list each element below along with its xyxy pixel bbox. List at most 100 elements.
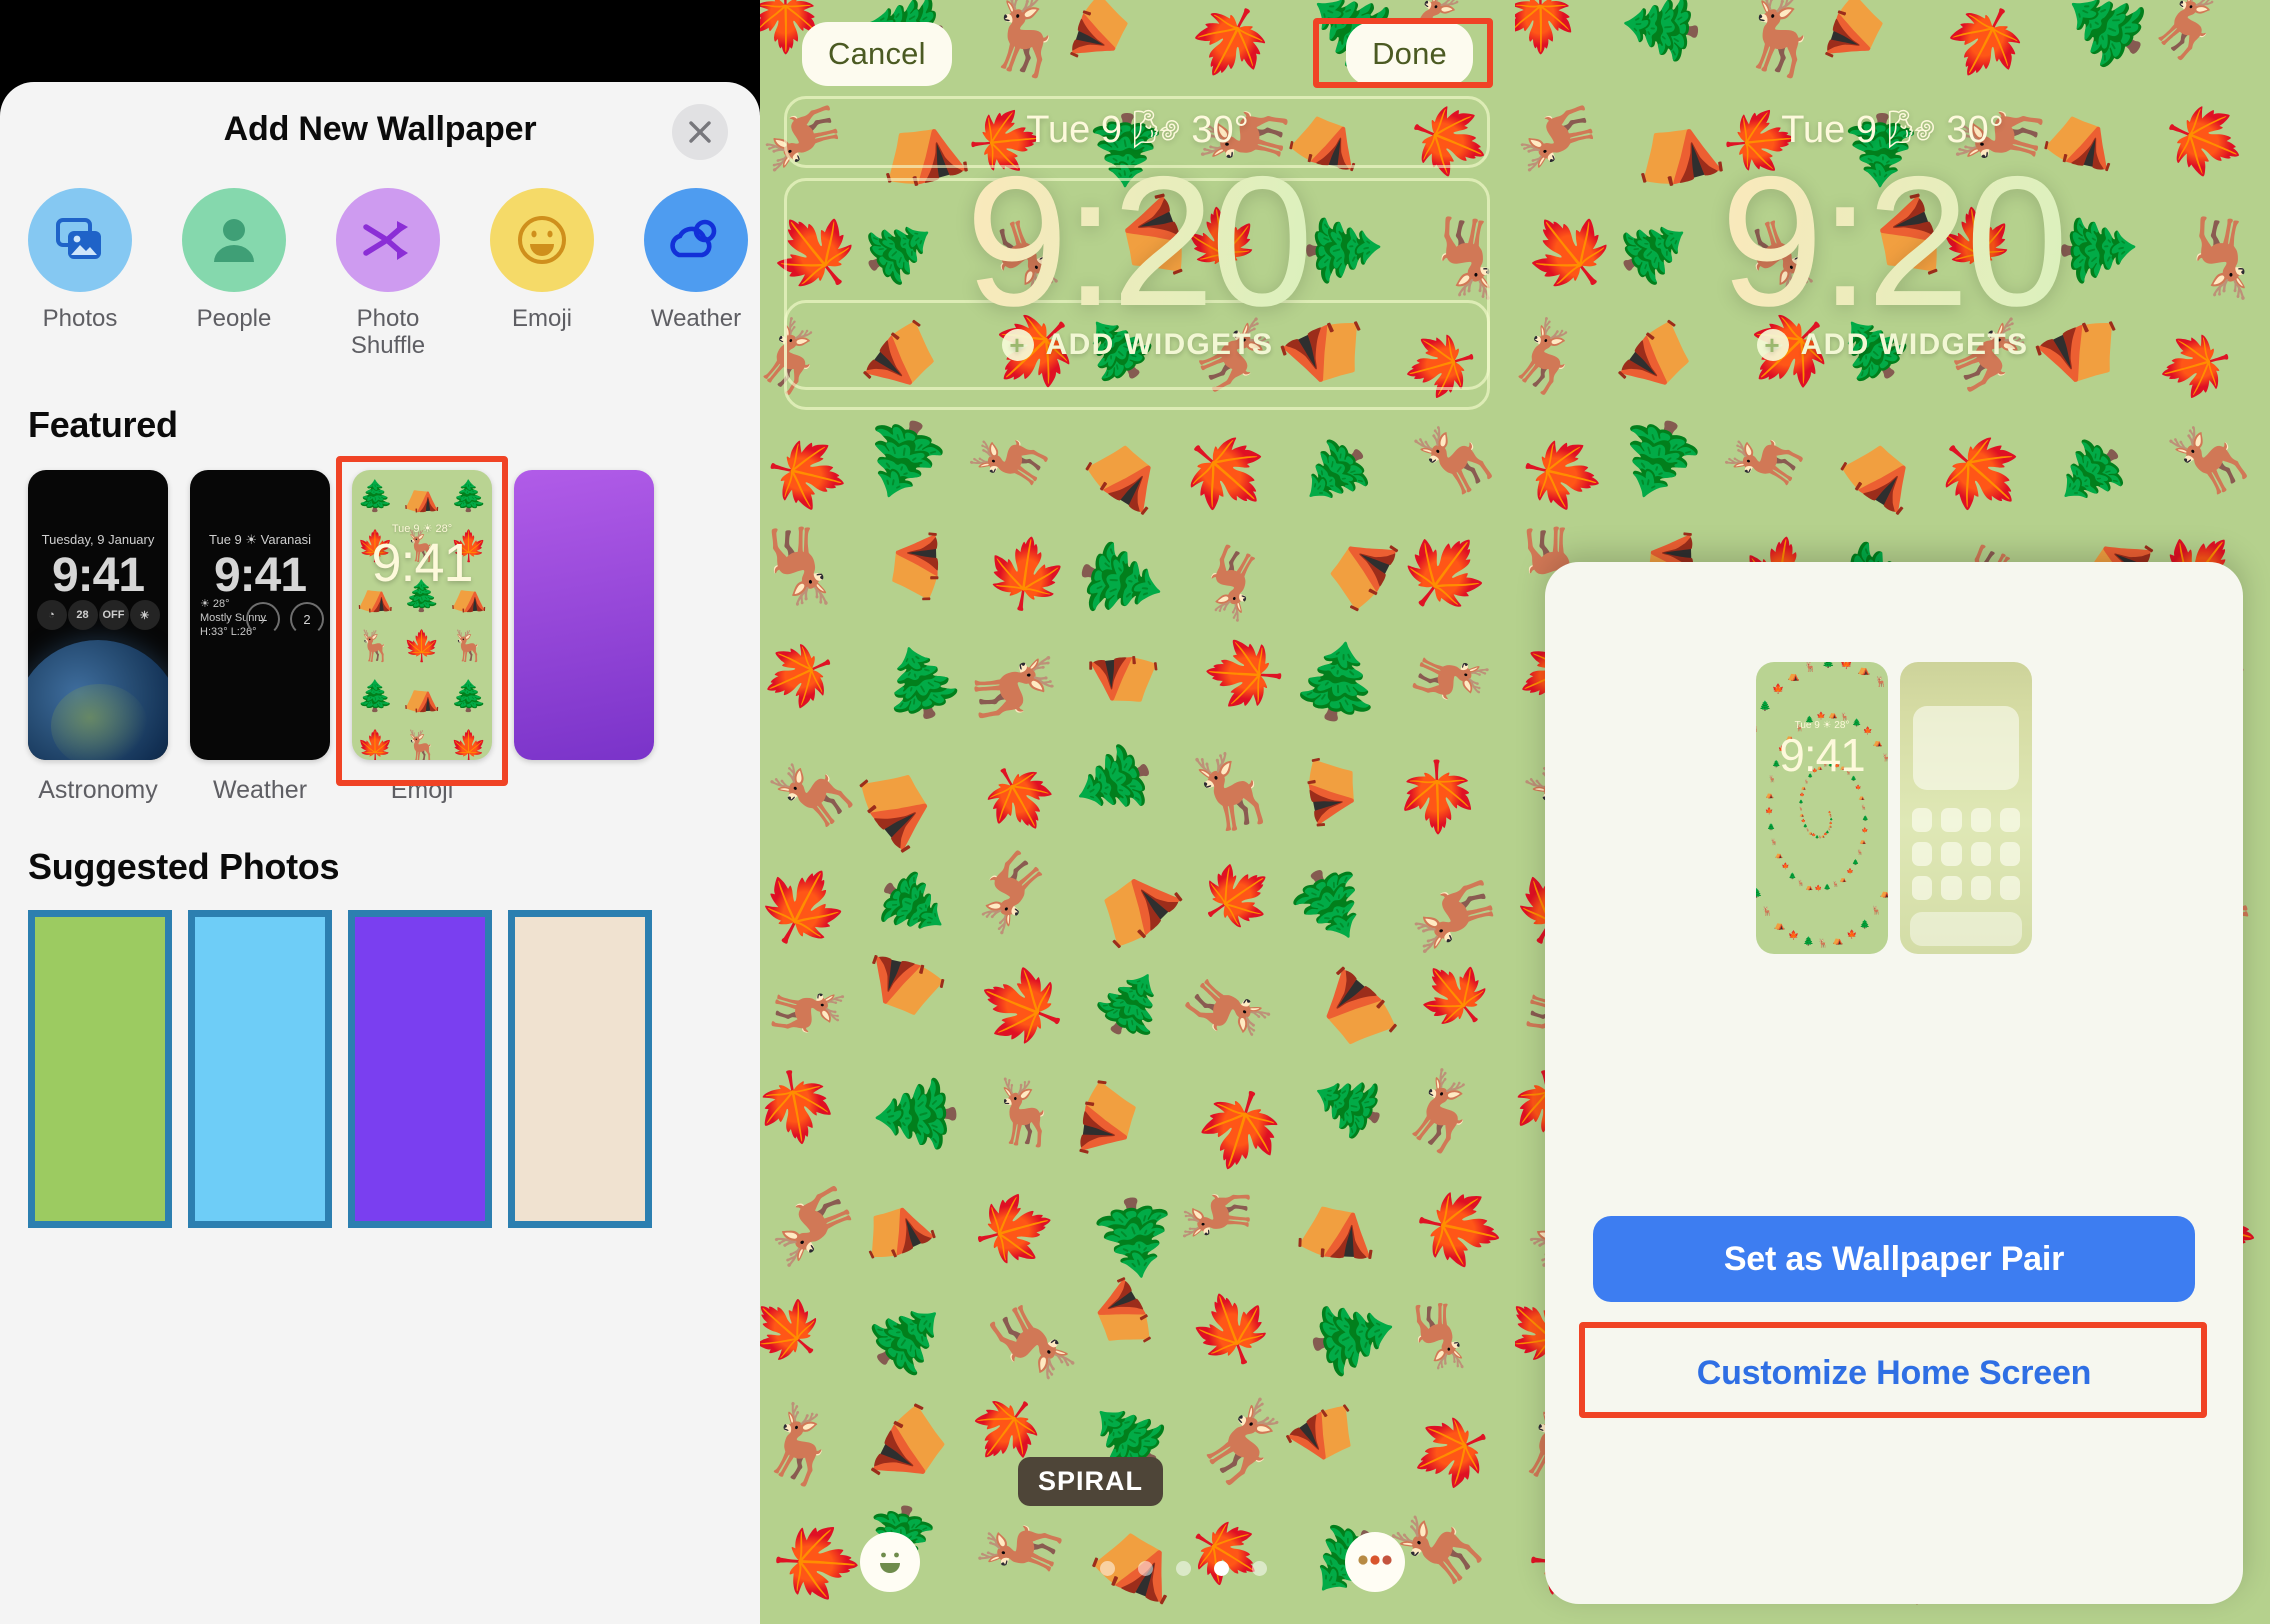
thumb-date: Tuesday, 9 January	[41, 532, 155, 547]
spiral-emoji: 🍁	[1788, 930, 1800, 941]
wallpaper-emoji: 🦌	[760, 522, 846, 614]
pair-previews: 🍁 ⛺ 🦌 🌲 🍁 ⛺ 🦌 🌲 🍁 ⛺ 🦌 🌲 🍁 ⛺ 🦌 🌲 🍁 ⛺ 🦌 🌲 🍁 ⛺ 🦌 🌲 🍁 ⛺ 🦌 🌲 🍁 ⛺ 🦌 🌲 🍁 ⛺ 🦌 🌲 🍁 ⛺ 🦌 🌲…	[1545, 662, 2243, 954]
page-dot-active[interactable]	[1214, 1561, 1229, 1576]
category-photo-shuffle[interactable]: Photo Shuffle	[314, 188, 462, 360]
gauges-row: -- 2	[246, 602, 324, 636]
featured-item-emoji[interactable]: 🌲⛺🌲🍁🦌🍁⛺🌲⛺🦌🍁🦌🌲⛺🌲🍁🦌🍁⛺🌲⛺🦌🍁🦌 Tue 9 ☀ 28° 9:4…	[352, 470, 492, 805]
category-people[interactable]: People	[160, 188, 308, 333]
wallpaper-emoji: 🍁	[968, 749, 1070, 848]
wallpaper-emoji: 🍁	[1187, 845, 1288, 949]
wallpaper-thumbnail[interactable]: Tue 9 ☀ Varanasi 9:41 ☀ 28° Mostly Sunny…	[190, 470, 330, 760]
app-icon	[1999, 808, 2020, 832]
wallpaper-thumbnail[interactable]: Tuesday, 9 January 9:41 ◔ 28 OFF ☀	[28, 470, 168, 760]
home-screen-preview[interactable]	[1900, 662, 2032, 954]
home-app-grid	[1912, 808, 2020, 900]
wallpaper-thumbnail[interactable]: 🌲⛺🌲🍁🦌🍁⛺🌲⛺🦌🍁🦌🌲⛺🌲🍁🦌🍁⛺🌲⛺🦌🍁🦌 Tue 9 ☀ 28° 9:4…	[352, 470, 492, 760]
cancel-button[interactable]: Cancel	[802, 22, 952, 86]
suggested-photo[interactable]	[348, 910, 492, 1228]
page-dots[interactable]	[1100, 1561, 1267, 1576]
suggested-photo[interactable]	[508, 910, 652, 1228]
complications-row: ◔ 28 OFF ☀	[28, 600, 168, 630]
spiral-emoji: ⛺	[1828, 710, 1838, 720]
wallpaper-emoji: 🌲	[871, 1066, 960, 1163]
wallpaper-emoji: 🌲	[1284, 421, 1387, 526]
done-button[interactable]: Done	[1346, 22, 1473, 86]
add-widgets-button[interactable]: + ADD WIDGETS	[760, 328, 1515, 362]
wallpaper-emoji: 🍁	[965, 947, 1078, 1065]
set-as-wallpaper-pair-button[interactable]: Set as Wallpaper Pair	[1593, 1216, 2195, 1302]
spiral-emoji: 🦌	[1870, 905, 1882, 916]
wallpaper-emoji: 🍁	[1383, 512, 1508, 634]
page-dot[interactable]	[1252, 1561, 1267, 1576]
emoji-pattern: 🌲⛺🌲🍁🦌🍁⛺🌲⛺🦌🍁🦌🌲⛺🌲🍁🦌🍁⛺🌲⛺🦌🍁🦌	[356, 480, 488, 761]
spiral-emoji: 🦌	[1856, 850, 1864, 857]
spiral-emoji: 🦌	[1860, 804, 1868, 811]
thumb-time: 9:41	[371, 533, 473, 593]
complication: 28	[67, 600, 98, 630]
wallpaper-emoji: 🦌	[950, 833, 1064, 947]
wallpaper-emoji: 🍁	[1403, 944, 1508, 1048]
wallpaper-emoji: ⛺	[864, 1394, 983, 1516]
emoji-picker-button[interactable]	[860, 1532, 920, 1592]
page-dot[interactable]	[1100, 1561, 1115, 1576]
preview-time: 9:41	[1779, 729, 1866, 781]
suggested-photos-row[interactable]	[0, 910, 760, 1240]
app-icon	[1912, 808, 1933, 832]
spiral-emoji: 🌲	[1788, 872, 1797, 880]
wallpaper-emoji: 🦌	[2155, 401, 2268, 513]
close-button[interactable]	[672, 104, 728, 160]
featured-row[interactable]: Tuesday, 9 January 9:41 ◔ 28 OFF ☀ Astro…	[0, 456, 760, 810]
wallpaper-emoji: 🍁	[760, 424, 855, 526]
spiral-emoji: 🌲	[1798, 799, 1804, 805]
spiral-emoji: 🍁	[1800, 818, 1806, 823]
wallpaper-emoji: 🦌	[2138, 0, 2242, 77]
add-widgets-label: ADD WIDGETS	[1045, 328, 1274, 361]
wallpaper-thumbnail[interactable]	[514, 470, 654, 760]
wallpaper-emoji: 🍁	[1515, 0, 1579, 54]
featured-item-weather[interactable]: Tue 9 ☀ Varanasi 9:41 ☀ 28° Mostly Sunny…	[190, 470, 330, 805]
wallpaper-emoji: ⛺	[1296, 509, 1405, 621]
photos-icon	[28, 188, 132, 292]
spiral-emoji: ⛺	[1832, 935, 1844, 946]
page-dot[interactable]	[1138, 1561, 1153, 1576]
category-weather[interactable]: Weather	[622, 188, 760, 333]
wallpaper-emoji: 🦌	[1717, 407, 1815, 509]
wallpaper-emoji: 🦌	[966, 637, 1065, 744]
wallpaper-emoji: 🍁	[1175, 1501, 1276, 1605]
customize-home-screen-button[interactable]: Customize Home Screen	[1593, 1332, 2195, 1414]
wallpaper-emoji: ⛺	[1292, 1178, 1385, 1264]
wallpaper-emoji: 🌲	[868, 633, 972, 732]
spiral-emoji: 🌲	[1823, 885, 1831, 892]
spiral-emoji: 🍁	[1814, 885, 1823, 892]
wallpaper-emoji: 🍁	[772, 1513, 863, 1612]
wallpaper-emoji: ⛺	[1075, 410, 1189, 522]
suggested-photo[interactable]	[28, 910, 172, 1228]
shuffle-icon	[336, 188, 440, 292]
thumb-date: Tue 9 ☀ Varanasi	[209, 532, 311, 547]
screenshot-stage: Add New Wallpaper Photos People Photo Sh…	[0, 0, 2270, 1624]
spiral-emoji: 🍁	[1765, 808, 1774, 816]
suggested-photo[interactable]	[188, 910, 332, 1228]
category-photos[interactable]: Photos	[6, 188, 154, 333]
wallpaper-emoji: 🦌	[760, 1162, 869, 1284]
wallpaper-emoji: 🌲	[1080, 955, 1183, 1055]
app-icon	[1970, 808, 1991, 832]
category-emoji[interactable]: Emoji	[468, 188, 616, 333]
home-dock	[1910, 912, 2022, 946]
add-widgets-button[interactable]: + ADD WIDGETS	[1515, 328, 2270, 362]
category-carousel[interactable]: Photos People Photo Shuffle Emoji Weathe…	[0, 188, 760, 368]
page-title: Add New Wallpaper	[223, 110, 537, 148]
more-options-button[interactable]	[1345, 1532, 1405, 1592]
spiral-emoji: 🦌	[1805, 828, 1811, 833]
featured-item-partial[interactable]	[514, 470, 654, 760]
lock-screen-preview[interactable]: 🍁 ⛺ 🦌 🌲 🍁 ⛺ 🦌 🌲 🍁 ⛺ 🦌 🌲 🍁 ⛺ 🦌 🌲 🍁 ⛺ 🦌 🌲 🍁 ⛺ 🦌 🌲 🍁 ⛺ 🦌 🌲 🍁 ⛺ 🦌 🌲 🍁 ⛺ 🦌 🌲 🍁 ⛺ 🦌 🌲…	[1756, 662, 1888, 954]
wallpaper-emoji: 🌲	[843, 404, 960, 515]
featured-item-astronomy[interactable]: Tuesday, 9 January 9:41 ◔ 28 OFF ☀ Astro…	[28, 470, 168, 805]
emoji-smiley-icon	[868, 1538, 912, 1587]
category-label: Photo Shuffle	[350, 305, 426, 359]
wallpaper-emoji: ⛺	[844, 1175, 942, 1268]
wallpaper-emoji: 🌲	[1061, 728, 1164, 836]
page-dot[interactable]	[1176, 1561, 1191, 1576]
thumb-time: 9:41	[213, 549, 307, 602]
category-label: Weather	[650, 305, 742, 332]
